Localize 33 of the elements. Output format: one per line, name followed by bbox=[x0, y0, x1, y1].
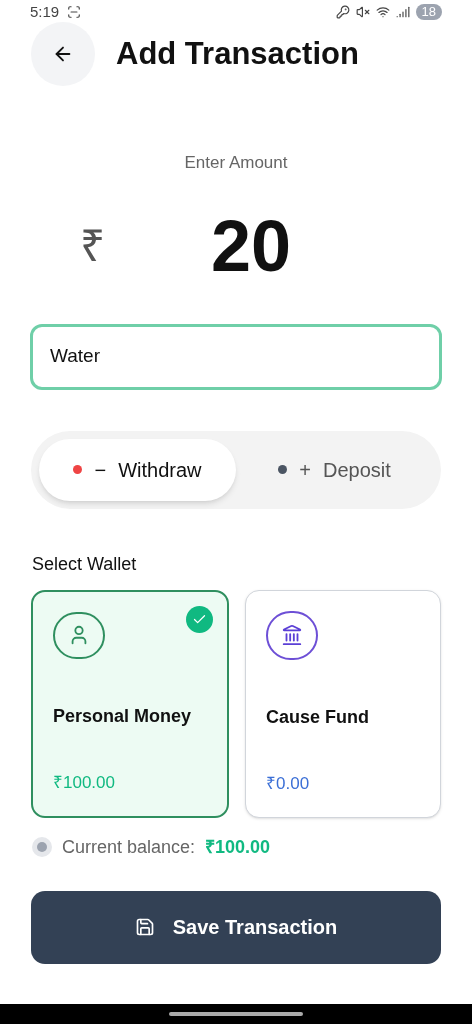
note-field[interactable]: Water bbox=[30, 323, 442, 390]
wallet-name: Cause Fund bbox=[266, 706, 369, 729]
check-icon bbox=[186, 605, 213, 633]
type-tab[interactable]: − Withdraw bbox=[39, 438, 236, 501]
bank-icon bbox=[266, 610, 318, 660]
status-time: 5:19 bbox=[30, 1, 60, 22]
home-handle[interactable] bbox=[169, 1012, 303, 1016]
balance-label: Current balance: bbox=[62, 835, 196, 859]
mute-icon bbox=[355, 5, 370, 19]
type-label: Withdraw bbox=[118, 457, 202, 483]
page-title: Add Transaction bbox=[116, 34, 359, 73]
currency-symbol: ₹ bbox=[80, 219, 105, 272]
amount-label: Enter Amount bbox=[184, 152, 288, 174]
type-tab[interactable]: + Deposit bbox=[236, 438, 433, 501]
signal-icon bbox=[395, 5, 410, 19]
sign-symbol: − bbox=[94, 457, 107, 483]
save-icon bbox=[134, 917, 155, 937]
sign-symbol: + bbox=[299, 457, 311, 483]
wallet-card[interactable]: Personal Money ₹100.00 bbox=[31, 589, 229, 818]
wallet-card[interactable]: Cause Fund ₹0.00 bbox=[245, 589, 441, 818]
type-label: Deposit bbox=[322, 457, 391, 483]
section-label: Select Wallet bbox=[32, 552, 138, 576]
battery-indicator: 18 bbox=[415, 4, 442, 20]
key-icon bbox=[335, 5, 350, 19]
amount-value[interactable]: 20 bbox=[210, 191, 292, 300]
wifi-icon bbox=[375, 5, 390, 19]
wallet-balance: ₹100.00 bbox=[53, 772, 115, 794]
person-icon bbox=[53, 611, 105, 659]
save-button[interactable]: Save Transaction bbox=[31, 890, 441, 964]
balance-value: ₹100.00 bbox=[205, 835, 271, 859]
wallet-name: Personal Money bbox=[53, 705, 192, 728]
wallet-balance: ₹0.00 bbox=[266, 773, 310, 795]
screenshot-icon bbox=[67, 5, 82, 19]
